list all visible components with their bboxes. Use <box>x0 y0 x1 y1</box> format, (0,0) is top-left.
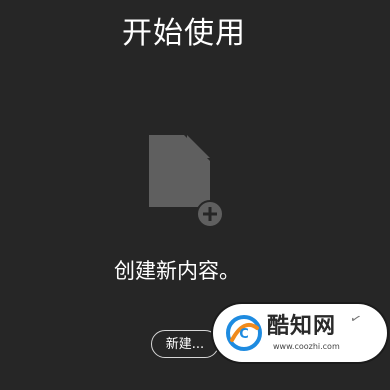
watermark: C 酷知网 www.coozhi.com ✓ <box>213 304 387 362</box>
watermark-name: 酷知网 <box>267 314 337 339</box>
new-button[interactable]: 新建... <box>151 330 219 358</box>
coozhi-logo-icon: C <box>226 315 262 351</box>
svg-text:C: C <box>239 327 249 342</box>
new-document-icon <box>146 131 226 227</box>
page-title: 开始使用 <box>122 16 246 51</box>
watermark-mark-icon: ✓ <box>347 310 364 329</box>
watermark-url: www.coozhi.com <box>273 342 340 351</box>
create-new-content-text: 创建新内容。 <box>114 259 240 283</box>
